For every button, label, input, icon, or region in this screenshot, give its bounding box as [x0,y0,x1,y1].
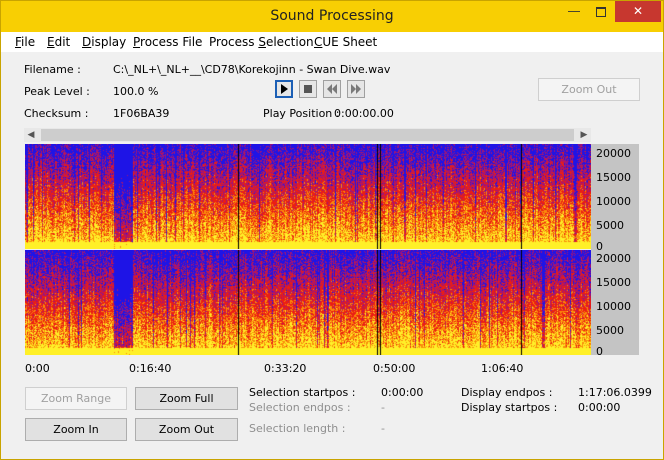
menu-label: isplay [91,35,127,49]
freq-tick-label: 20000 [596,147,631,160]
menu-access-key: D [82,35,92,49]
display-endpos-label: Display endpos : [461,386,553,399]
rewind-button[interactable] [323,80,341,98]
menu-access-key: E [47,35,55,49]
fast-forward-icon [351,84,361,94]
zoom-out-button[interactable]: Zoom Out [135,418,238,441]
scroll-left-icon[interactable]: ◀ [24,128,38,142]
menu-bar: File Edit Display Process File Process S… [1,32,663,52]
display-startpos-value: 0:00:00 [578,401,621,414]
freq-tick-label: 10000 [596,195,631,208]
zoom-in-button[interactable]: Zoom In [25,418,127,441]
freq-tick-label: 5000 [596,219,624,232]
freq-tick-label: 15000 [596,171,631,184]
menu-process-selection[interactable]: Process Selection [209,35,314,49]
checksum-label: Checksum : [24,107,89,120]
zoom-out-top-button[interactable]: Zoom Out [538,78,640,101]
maximize-icon [596,7,606,17]
time-tick-label: 0:00 [25,362,50,375]
menu-file[interactable]: File [15,35,35,49]
freq-tick-label: 0 [596,345,603,358]
peak-level-value: 100.0 % [113,85,159,98]
menu-display[interactable]: Display [82,35,126,49]
time-tick-label: 0:33:20 [264,362,307,375]
minimize-icon: ― [568,4,580,18]
selection-length-label: Selection length : [249,422,346,435]
zoom-full-button[interactable]: Zoom Full [135,387,238,410]
time-tick-label: 1:06:40 [481,362,524,375]
freq-tick-label: 5000 [596,324,624,337]
filename-value: C:\_NL+\_NL+__\CD78\Korekojinn - Swan Di… [113,63,391,76]
menu-label: ile [21,35,36,49]
scroll-right-icon[interactable]: ▶ [577,128,591,142]
title-bar[interactable]: Sound Processing ― ✕ [1,1,663,32]
spectrogram-channel-2[interactable] [25,250,591,355]
selection-length-value: - [381,422,385,435]
rewind-icon [327,84,337,94]
menu-label: Process Selection [209,35,314,49]
zoom-range-button[interactable]: Zoom Range [25,387,127,410]
freq-tick-label: 10000 [596,300,631,313]
freq-tick-label: 20000 [596,252,631,265]
filename-label: Filename : [24,63,81,76]
display-endpos-value: 1:17:06.0399 [578,386,652,399]
time-axis: 0:00 0:16:40 0:33:20 0:50:00 1:06:40 [25,355,591,377]
checksum-value: 1F06BA39 [113,107,170,120]
selection-startpos-label: Selection startpos : [249,386,356,399]
spectrogram-channel-1[interactable] [25,144,591,249]
menu-access-key: P [133,35,141,49]
time-tick-label: 0:16:40 [129,362,172,375]
minimize-button[interactable]: ― [561,1,587,22]
play-button[interactable] [275,80,293,98]
time-tick-label: 0:50:00 [373,362,416,375]
peak-level-label: Peak Level : [24,85,90,98]
stop-icon [304,85,312,93]
menu-process-file[interactable]: Process File [133,35,202,49]
menu-cue-sheet[interactable]: CUE Sheet [314,35,377,49]
menu-edit[interactable]: Edit [47,35,70,49]
freq-tick-label: 15000 [596,276,631,289]
menu-label: dit [54,35,71,49]
display-startpos-label: Display startpos : [461,401,558,414]
menu-label: rocess File [140,35,203,49]
selection-endpos-label: Selection endpos : [249,401,351,414]
selection-endpos-value: - [381,401,385,414]
menu-label: UE Sheet [322,35,378,49]
fast-forward-button[interactable] [347,80,365,98]
maximize-button[interactable] [588,1,614,22]
close-icon: ✕ [632,4,644,18]
selection-startpos-value: 0:00:00 [381,386,424,399]
stop-button[interactable] [299,80,317,98]
play-position-label: Play Position : [263,107,340,120]
sound-processing-window: Sound Processing ― ✕ File Edit Display P… [0,0,664,460]
play-icon [281,84,288,94]
frequency-axis: 20000 15000 10000 5000 0 20000 15000 100… [591,144,639,358]
scroll-thumb[interactable] [41,129,574,141]
close-button[interactable]: ✕ [615,1,661,22]
play-position-value: 0:00:00.00 [334,107,394,120]
horizontal-scrollbar[interactable]: ◀ ▶ [24,128,591,142]
